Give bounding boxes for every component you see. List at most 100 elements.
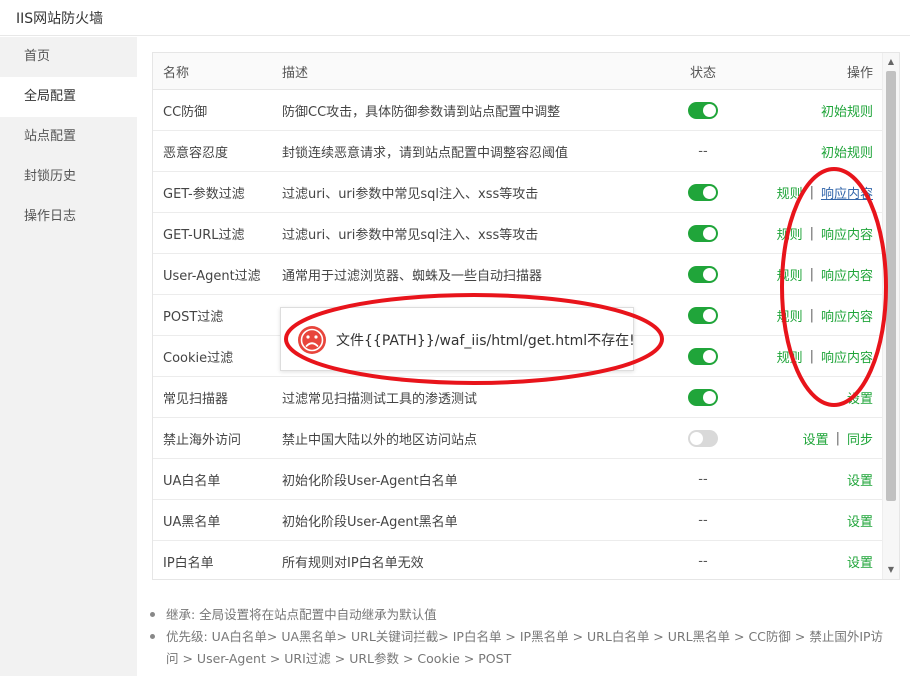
- rule-status: [688, 172, 718, 212]
- op-separator: |: [809, 184, 814, 200]
- scroll-down-arrow-icon[interactable]: ▼: [883, 563, 899, 577]
- sidebar: 首页 全局配置 站点配置 封锁历史 操作日志: [0, 37, 137, 676]
- header-ops: 操作: [846, 65, 873, 81]
- rule-ops: 初始规则: [821, 131, 873, 171]
- rule-ops: 设置: [847, 377, 873, 417]
- op-link[interactable]: 响应内容: [821, 347, 873, 366]
- rule-status: [688, 295, 718, 335]
- rule-ops: 设置 | 同步: [803, 418, 873, 458]
- rule-name: UA白名单: [163, 473, 221, 489]
- rule-description: 通常用于过滤浏览器、蜘蛛及一些自动扫描器: [282, 268, 543, 284]
- op-link[interactable]: 初始规则: [821, 101, 873, 120]
- op-link[interactable]: 规则: [777, 306, 803, 325]
- status-toggle[interactable]: [688, 306, 718, 324]
- rule-status: [688, 254, 718, 294]
- rule-name: 恶意容忍度: [163, 145, 229, 161]
- title-bar: IIS网站防火墙: [0, 0, 910, 36]
- op-separator: |: [809, 348, 814, 364]
- status-toggle[interactable]: [688, 265, 718, 283]
- sidebar-item-home[interactable]: 首页: [0, 37, 137, 77]
- table-row: UA白名单 初始化阶段User-Agent白名单 -- 设置: [153, 459, 883, 500]
- status-toggle[interactable]: [688, 183, 718, 201]
- rule-name: User-Agent过滤: [163, 268, 261, 284]
- op-link[interactable]: 响应内容: [821, 265, 873, 284]
- status-dash: --: [698, 553, 708, 569]
- vertical-scrollbar[interactable]: ▲ ▼: [882, 53, 899, 579]
- header-name: 名称: [163, 65, 190, 81]
- rule-description: 过滤uri、uri参数中常见sql注入、xss等攻击: [282, 186, 539, 202]
- rule-name: 常见扫描器: [163, 391, 229, 407]
- op-separator: |: [809, 225, 814, 241]
- op-link[interactable]: 规则: [777, 265, 803, 284]
- rule-status: [688, 336, 718, 376]
- status-toggle[interactable]: [688, 347, 718, 365]
- header-status: 状态: [689, 65, 716, 81]
- bullet-icon: [150, 612, 155, 617]
- toggle-knob: [703, 267, 716, 281]
- status-dash: --: [698, 471, 708, 487]
- rule-ops: 设置: [847, 541, 873, 579]
- status-dash: --: [698, 143, 708, 159]
- table-row: 恶意容忍度 封锁连续恶意请求，请到站点配置中调整容忍阈值 -- 初始规则: [153, 131, 883, 172]
- rule-description: 所有规则对IP白名单无效: [282, 555, 424, 571]
- status-toggle[interactable]: [688, 101, 718, 119]
- status-toggle[interactable]: [688, 388, 718, 406]
- rule-name: POST过滤: [163, 309, 224, 325]
- table-row: 禁止海外访问 禁止中国大陆以外的地区访问站点 设置 | 同步: [153, 418, 883, 459]
- sidebar-item-global-config[interactable]: 全局配置: [0, 77, 137, 117]
- toggle-knob: [703, 349, 716, 363]
- note-inherit: 继承: 全局设置将在站点配置中自动继承为默认值: [166, 607, 437, 622]
- rule-status: [688, 418, 718, 458]
- op-link[interactable]: 初始规则: [821, 142, 873, 161]
- op-separator: |: [809, 307, 814, 323]
- op-link[interactable]: 设置: [847, 388, 873, 407]
- table-row: GET-URL过滤 过滤uri、uri参数中常见sql注入、xss等攻击 规则 | 响应…: [153, 213, 883, 254]
- rule-description: 防御CC攻击，具体防御参数请到站点配置中调整: [282, 104, 561, 120]
- rule-name: GET-URL过滤: [163, 227, 245, 243]
- table-row: CC防御 防御CC攻击，具体防御参数请到站点配置中调整 初始规则: [153, 90, 883, 131]
- toggle-knob: [703, 226, 716, 240]
- note-priority: 优先级: UA白名单> UA黑名单> URL关键词拦截> IP白名单 > IP黑…: [166, 629, 884, 666]
- rule-status: [688, 377, 718, 417]
- op-link[interactable]: 规则: [777, 347, 803, 366]
- sidebar-item-site-config[interactable]: 站点配置: [0, 117, 137, 157]
- toggle-knob: [703, 103, 716, 117]
- rule-ops: 规则 | 响应内容: [777, 254, 873, 294]
- header-desc: 描述: [282, 65, 309, 81]
- op-link[interactable]: 设置: [847, 470, 873, 489]
- scroll-up-arrow-icon[interactable]: ▲: [883, 55, 899, 69]
- op-link[interactable]: 规则: [777, 183, 803, 202]
- rule-status: --: [688, 500, 718, 540]
- op-link[interactable]: 响应内容: [821, 183, 873, 202]
- sidebar-item-block-history[interactable]: 封锁历史: [0, 157, 137, 197]
- op-link[interactable]: 响应内容: [821, 306, 873, 325]
- toggle-knob: [690, 431, 703, 445]
- table-row: GET-参数过滤 过滤uri、uri参数中常见sql注入、xss等攻击 规则 | 响应内…: [153, 172, 883, 213]
- note-item: 继承: 全局设置将在站点配置中自动继承为默认值: [150, 604, 890, 626]
- rule-description: 过滤uri、uri参数中常见sql注入、xss等攻击: [282, 227, 539, 243]
- rule-name: CC防御: [163, 104, 208, 120]
- sidebar-item-operation-log[interactable]: 操作日志: [0, 197, 137, 237]
- window-title: IIS网站防火墙: [16, 11, 104, 27]
- op-link[interactable]: 设置: [847, 511, 873, 530]
- status-toggle[interactable]: [688, 429, 718, 447]
- op-link[interactable]: 规则: [777, 224, 803, 243]
- scroll-thumb[interactable]: [886, 71, 896, 501]
- rule-name: GET-参数过滤: [163, 186, 245, 202]
- rule-status: [688, 90, 718, 130]
- status-dash: --: [698, 512, 708, 528]
- table-row: User-Agent过滤 通常用于过滤浏览器、蜘蛛及一些自动扫描器 规则 | 响应内容: [153, 254, 883, 295]
- toggle-knob: [703, 390, 716, 404]
- rule-ops: 初始规则: [821, 90, 873, 130]
- rule-description: 禁止中国大陆以外的地区访问站点: [282, 432, 478, 448]
- op-link[interactable]: 设置: [803, 429, 829, 448]
- notes-list: 继承: 全局设置将在站点配置中自动继承为默认值 优先级: UA白名单> UA黑名…: [150, 604, 890, 670]
- rule-ops: 规则 | 响应内容: [777, 295, 873, 335]
- rule-name: 禁止海外访问: [163, 432, 242, 448]
- op-link[interactable]: 同步: [847, 429, 873, 448]
- rule-status: [688, 213, 718, 253]
- op-link[interactable]: 设置: [847, 552, 873, 571]
- status-toggle[interactable]: [688, 224, 718, 242]
- table-row: 常见扫描器 过滤常见扫描测试工具的渗透测试 设置: [153, 377, 883, 418]
- op-link[interactable]: 响应内容: [821, 224, 873, 243]
